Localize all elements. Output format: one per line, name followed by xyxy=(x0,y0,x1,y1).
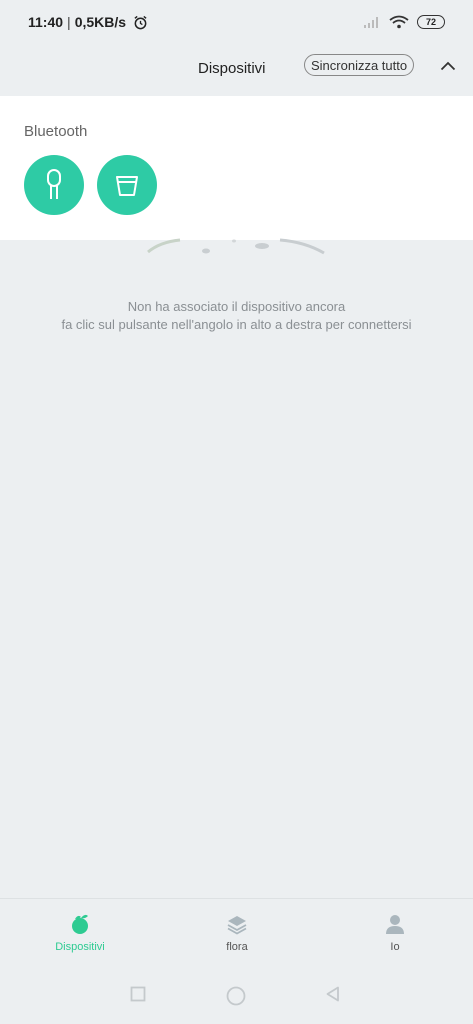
status-bar: 11:40 | 0,5KB/s 72 xyxy=(0,0,473,44)
layers-icon xyxy=(226,913,248,935)
sync-all-button[interactable]: Sincronizza tutto xyxy=(304,54,415,76)
chevron-up-icon[interactable] xyxy=(437,56,459,76)
bottom-nav: Dispositivi flora Io xyxy=(0,898,473,967)
battery-icon: 72 xyxy=(417,15,445,29)
home-icon[interactable] xyxy=(226,986,246,1006)
alarm-icon xyxy=(133,15,148,30)
bluetooth-label: Bluetooth xyxy=(24,123,88,140)
nav-item-flora[interactable]: flora xyxy=(197,913,277,953)
nav-label-dispositivi: Dispositivi xyxy=(55,941,105,953)
status-speed: 0,5KB/s xyxy=(74,14,127,30)
nav-label-flora: flora xyxy=(226,941,248,953)
empty-state-message: Non ha associato il dispositivo ancora f… xyxy=(0,298,473,334)
signal-icon xyxy=(363,15,381,29)
empty-state-line-1: Non ha associato il dispositivo ancora xyxy=(127,299,346,314)
back-icon[interactable] xyxy=(325,986,341,1002)
nav-item-io[interactable]: Io xyxy=(355,913,435,953)
devices-icon xyxy=(69,913,91,935)
bluetooth-device-pot[interactable] xyxy=(97,155,157,215)
plant-sensor-icon xyxy=(40,168,68,202)
wifi-icon xyxy=(389,15,409,29)
nav-label-io: Io xyxy=(390,941,400,953)
status-separator: | xyxy=(67,14,71,30)
bluetooth-panel: Bluetooth xyxy=(0,96,473,240)
nav-item-dispositivi[interactable]: Dispositivi xyxy=(40,913,120,953)
system-nav xyxy=(0,982,473,1010)
header: Dispositivi Sincronizza tutto xyxy=(0,44,473,96)
empty-state-line-2: fa clic sul pulsante nell'angolo in alto… xyxy=(61,317,412,332)
screen: 11:40 | 0,5KB/s 72 Dispositivi Sincroniz… xyxy=(0,0,473,1024)
bluetooth-device-sensor[interactable] xyxy=(24,155,84,215)
flower-pot-icon xyxy=(113,171,141,199)
status-time: 11:40 xyxy=(28,14,64,30)
recent-apps-icon[interactable] xyxy=(130,986,146,1002)
page-title: Dispositivi xyxy=(198,60,266,77)
person-icon xyxy=(384,913,406,935)
status-left: 11:40 | 0,5KB/s xyxy=(28,14,148,30)
status-right: 72 xyxy=(363,15,445,29)
decorative-illustration xyxy=(140,236,330,263)
